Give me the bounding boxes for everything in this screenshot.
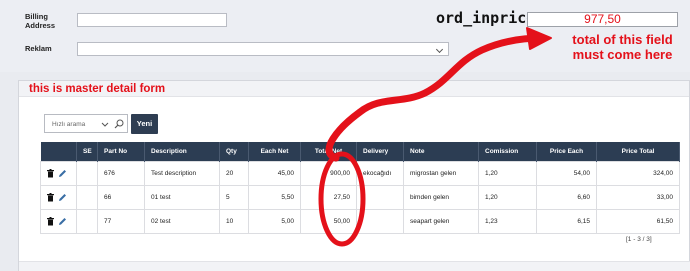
- chevron-down-icon[interactable]: [101, 120, 109, 128]
- col-note[interactable]: Note: [403, 142, 479, 161]
- reklam-select[interactable]: [77, 42, 449, 56]
- cell-description: 02 test: [144, 208, 220, 234]
- cell-note: migrostan gelen: [403, 160, 479, 186]
- col-price-total[interactable]: Price Total: [596, 142, 680, 161]
- cell-each-net: 5,00: [248, 208, 301, 234]
- table-row: 77 02 test 10 5,00 50,00 seapart gelen 1…: [40, 208, 680, 234]
- row-actions: [40, 160, 77, 186]
- cell-price-total: 324,00: [596, 160, 680, 186]
- detail-panel-header: this is master detail form: [19, 81, 689, 97]
- cell-qty: 5: [219, 184, 249, 210]
- cell-part-no: 66: [97, 184, 145, 210]
- col-part-no[interactable]: Part No: [97, 142, 145, 161]
- detail-table: SE Part No Description Qty Each Net Tota…: [40, 142, 680, 234]
- cell-delivery: [356, 208, 404, 234]
- col-delivery[interactable]: Delivery: [356, 142, 404, 161]
- cell-description: Test description: [144, 160, 220, 186]
- cell-qty: 20: [219, 160, 249, 186]
- table-row: 676 Test description 20 45,00 900,00 eko…: [40, 160, 680, 186]
- col-se[interactable]: SE: [76, 142, 98, 161]
- billing-address-field[interactable]: [77, 13, 227, 27]
- edit-icon[interactable]: [58, 193, 67, 202]
- table-header-row: SE Part No Description Qty Each Net Tota…: [40, 142, 680, 161]
- cell-se: [76, 208, 98, 234]
- ord-inprice-label: ord_inprice: [436, 9, 536, 27]
- col-comission[interactable]: Comission: [478, 142, 537, 161]
- edit-icon[interactable]: [58, 169, 67, 178]
- billing-address-label: Billing Address: [25, 12, 56, 30]
- trash-icon[interactable]: [46, 192, 55, 202]
- col-total-net[interactable]: Total Net: [300, 142, 357, 161]
- cell-comission: 1,20: [478, 184, 537, 210]
- total-note-annotation: total of this field must come here: [572, 32, 673, 62]
- cell-price-total: 61,50: [596, 208, 680, 234]
- ord-inprice-field[interactable]: 977,50: [527, 12, 678, 27]
- cell-part-no: 77: [97, 208, 145, 234]
- pager-info: [1 - 3 / 3]: [626, 236, 652, 243]
- cell-each-net: 45,00: [248, 160, 301, 186]
- col-each-net[interactable]: Each Net: [248, 142, 301, 161]
- cell-price-each: 6,60: [536, 184, 597, 210]
- row-actions: [40, 184, 77, 210]
- search-placeholder: Hızlı arama: [52, 121, 86, 128]
- reklam-label: Reklam: [25, 44, 52, 53]
- new-button[interactable]: Yeni: [131, 114, 158, 134]
- detail-panel: this is master detail form Hızlı arama Y…: [18, 80, 690, 271]
- cell-description: 01 test: [144, 184, 220, 210]
- cell-price-total: 33,00: [596, 184, 680, 210]
- cell-price-each: 54,00: [536, 160, 597, 186]
- col-price-each[interactable]: Price Each: [536, 142, 597, 161]
- cell-se: [76, 160, 98, 186]
- cell-part-no: 676: [97, 160, 145, 186]
- cell-total-net: 27,50: [300, 184, 357, 210]
- trash-icon[interactable]: [46, 168, 55, 178]
- cell-delivery: ekocağıdı: [356, 160, 404, 186]
- cell-qty: 10: [219, 208, 249, 234]
- table-row: 66 01 test 5 5,50 27,50 bimden gelen 1,2…: [40, 184, 680, 210]
- cell-se: [76, 184, 98, 210]
- trash-icon[interactable]: [46, 216, 55, 226]
- quick-search-input[interactable]: Hızlı arama: [44, 114, 128, 133]
- cell-each-net: 5,50: [248, 184, 301, 210]
- col-description[interactable]: Description: [144, 142, 220, 161]
- cell-comission: 1,23: [478, 208, 537, 234]
- col-qty[interactable]: Qty: [219, 142, 249, 161]
- panel-footer: [19, 261, 690, 271]
- cell-price-each: 6,15: [536, 208, 597, 234]
- col-actions: [40, 142, 77, 161]
- row-actions: [40, 208, 77, 234]
- edit-icon[interactable]: [58, 217, 67, 226]
- cell-comission: 1,20: [478, 160, 537, 186]
- search-icon[interactable]: [114, 119, 124, 129]
- cell-total-net: 50,00: [300, 208, 357, 234]
- cell-total-net: 900,00: [300, 160, 357, 186]
- cell-note: seapart gelen: [403, 208, 479, 234]
- cell-note: bimden gelen: [403, 184, 479, 210]
- cell-delivery: [356, 184, 404, 210]
- master-detail-annotation: this is master detail form: [29, 83, 166, 95]
